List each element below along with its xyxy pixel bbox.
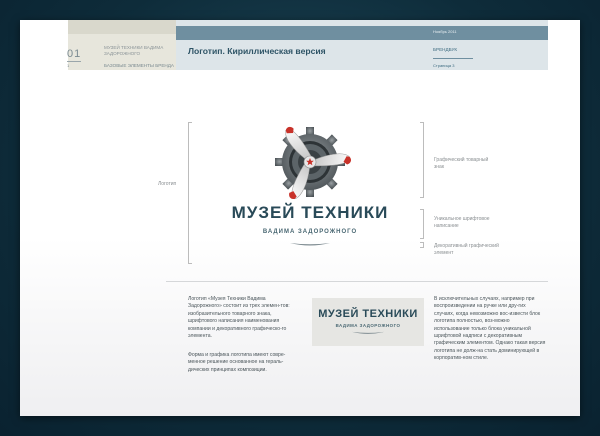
brand-title: МУЗЕЙ ТЕХНИКИ ВАДИМА ЗАДОРОЖНОГО [104,45,164,56]
page-title: Логотип. Кириллическая версия [188,46,326,56]
annotation-lettering: Уникальное шрифтовое написание [434,216,490,229]
body-col3: В исключительных случаях, например при в… [434,296,546,362]
annotation-mark: Графический товарный знак [434,157,489,170]
ornament-bracket [420,242,424,248]
mini-logo-sub-lettering: ВАДИМА ЗАДОРОЖНОГО [335,323,401,328]
annotation-ornament: Декоративный графический элемент [434,243,499,256]
section-dot-label: 1 [67,63,70,68]
brandbook-label: БРЕНДБУК [433,47,458,52]
header-band-beige-top [68,20,176,34]
mini-swoosh-icon [352,331,384,334]
mini-logo-box: МУЗЕЙ ТЕХНИКИ ВАДИМА ЗАДОРОЖНОГО [312,298,424,346]
header-date: Ноябрь 2011 [433,29,457,34]
decorative-swoosh-icon [290,243,330,246]
section-name: БАЗОВЫЕ ЭЛЕМЕНТЫ БРЕНДА [104,63,174,68]
section-number-rule [67,61,81,62]
logo-bracket-left [188,122,192,264]
header-strip-blue [176,26,548,40]
page-number: Страница 3 [433,63,455,68]
section-divider [166,281,548,282]
brandbook-rule [433,58,473,59]
body-col1-p1: Логотип «Музея Техники Вадима Задорожног… [188,296,290,340]
section-number: 01 [67,48,82,60]
brandbook-page: 01 1 МУЗЕЙ ТЕХНИКИ ВАДИМА ЗАДОРОЖНОГО БА… [20,20,580,416]
logo-label: Логотип [158,181,177,187]
lettering-bracket [420,209,424,239]
logo-sub-lettering: ВАДИМА ЗАДОРОЖНОГО [262,229,358,235]
mark-bracket [420,122,424,198]
logo-main-lettering: МУЗЕЙ ТЕХНИКИ [231,203,389,222]
gear-propeller-emblem-icon [275,126,352,200]
body-col1-p2: Форма и графика логотипа имеют совре-мен… [188,352,286,373]
mini-logo-lettering: МУЗЕЙ ТЕХНИКИ [318,308,418,320]
